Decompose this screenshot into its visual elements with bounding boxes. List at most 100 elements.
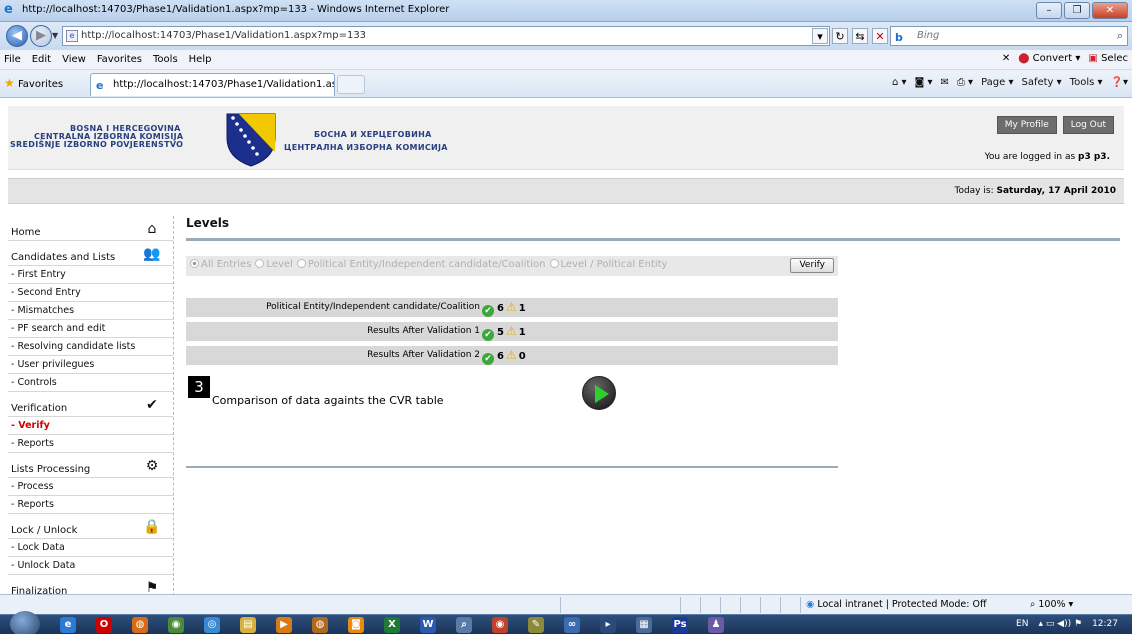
cmd-icon[interactable]: ▸ [600,617,616,633]
maximize-button[interactable]: ❐ [1064,2,1090,19]
verify-button[interactable]: Verify [790,258,834,273]
sidebar-item-controls[interactable]: - Controls [8,374,173,392]
search-input[interactable]: b Bing ⌕ [890,26,1128,46]
print-icon[interactable]: ⎙ ▾ [957,77,973,88]
stop-icon[interactable]: ✕ [872,28,888,44]
sidebar-item-lock-unlock[interactable]: Lock / Unlock 🔒 [8,514,173,539]
safari-icon[interactable]: ◎ [204,617,220,633]
url-input[interactable]: e http://localhost:14703/Phase1/Validati… [62,26,830,46]
help-icon[interactable]: ❓▾ [1111,77,1128,88]
sidebar-item-label: Home [11,227,41,238]
sidebar-item-lists-processing[interactable]: Lists Processing ⚙ [8,453,173,478]
back-button[interactable]: ◀ [6,25,28,47]
sidebar-item-candidates-and-lists[interactable]: Candidates and Lists 👥 [8,241,173,266]
sidebar-item-verification[interactable]: Verification ✔ [8,392,173,417]
radio-level[interactable]: Level [255,259,293,270]
app-icon[interactable]: ◍ [312,617,328,633]
compat-view-icon[interactable]: ▾ [812,28,828,44]
ie-tab-icon: e [96,79,104,92]
favorites-button[interactable]: ★ Favorites [4,76,63,90]
search-placeholder: Bing [917,30,940,41]
explorer-icon[interactable]: ▤ [240,617,256,633]
radio-political-entity[interactable]: Political Entity/Independent candidate/C… [296,259,546,270]
page-content: BOSNA I HERCEGOVINA CENTRALNA IZBORNA KO… [0,98,1132,594]
sidebar-item-process[interactable]: - Process [8,478,173,496]
excel-icon[interactable]: X [384,617,400,633]
app6-icon[interactable]: ♟ [708,617,724,633]
history-dropdown-icon[interactable]: ▼ [52,31,58,40]
minimize-button[interactable]: – [1036,2,1062,19]
clock[interactable]: 12:27 [1092,619,1118,629]
home-icon[interactable]: ⌂ ▾ [892,77,907,88]
close-toolbar-icon[interactable]: ✕ [1002,53,1010,64]
word-icon[interactable]: W [420,617,436,633]
logged-in-text: You are logged in as p3 p3. [985,152,1110,162]
sidebar-item-resolving-candidate-lists[interactable]: - Resolving candidate lists [8,338,173,356]
radio-selected-icon [190,259,199,268]
log-out-button[interactable]: Log Out [1062,116,1114,134]
main-panel: Levels All Entries Level Political Entit… [186,216,1122,594]
sidebar-item-label: - Second Entry [11,287,81,298]
sidebar-item-reports[interactable]: - Reports [8,435,173,453]
app3-icon[interactable]: ◉ [492,617,508,633]
ps-icon[interactable]: Ps [672,617,688,633]
sidebar-item-lock-data[interactable]: - Lock Data [8,539,173,557]
menu-tools[interactable]: Tools [153,54,178,65]
security-zone[interactable]: ◉ Local intranet | Protected Mode: Off [806,599,987,610]
search-app-icon[interactable]: ⌕ [456,617,472,633]
tray-icons[interactable]: ▴ ▭ ◀)) ⚑ [1038,619,1082,629]
play-button[interactable] [582,376,616,410]
zoom-control[interactable]: ⌕ 100% ▾ [1030,599,1073,610]
my-profile-button[interactable]: My Profile [996,116,1057,134]
sidebar-item-mismatches[interactable]: - Mismatches [8,302,173,320]
sidebar-item-home[interactable]: Home ⌂ [8,216,173,241]
refresh-icon[interactable]: ↻ [832,28,848,44]
new-tab-button[interactable] [337,75,365,94]
sidebar-item-verify[interactable]: - Verify [8,417,173,435]
forward-button[interactable]: ▶ [30,25,52,47]
vs-icon[interactable]: ∞ [564,617,580,633]
menu-view[interactable]: View [62,54,86,65]
sidebar-item-finalization[interactable]: Finalization ⚑ [8,575,173,594]
tools-menu[interactable]: Tools ▾ [1070,77,1103,88]
sidebar-item-unlock-data[interactable]: - Unlock Data [8,557,173,575]
chrome-icon[interactable]: ◉ [168,617,184,633]
ie-taskbar-icon[interactable]: e [60,617,76,633]
radio-all-entries[interactable]: All Entries [190,259,251,270]
opera-icon[interactable]: O [96,617,112,633]
convert-label: Convert [1032,53,1073,64]
start-button[interactable] [10,611,40,634]
app2-icon[interactable]: ◙ [348,617,364,633]
browser-tab[interactable]: e http://localhost:14703/Phase1/Validati… [90,73,335,96]
language-indicator[interactable]: EN [1016,619,1028,629]
radio-level-political-entity-label: Level / Political Entity [560,259,668,270]
browser-window: e http://localhost:14703/Phase1/Validati… [0,0,1132,634]
sidebar-item-second-entry[interactable]: - Second Entry [8,284,173,302]
convert-button[interactable]: ⬤ Convert ▾ [1018,53,1080,64]
menu-favorites[interactable]: Favorites [97,54,142,65]
app5-icon[interactable]: ▦ [636,617,652,633]
page-menu[interactable]: Page ▾ [981,77,1013,88]
safety-menu[interactable]: Safety ▾ [1021,77,1061,88]
menu-help[interactable]: Help [189,54,212,65]
warning-count: 1 [518,303,526,314]
search-icon[interactable]: ⌕ [1117,27,1123,45]
sidebar-item-reports[interactable]: - Reports [8,496,173,514]
feeds-icon[interactable]: ◙ ▾ [915,77,933,88]
reload-icon[interactable]: ⇆ [852,28,868,44]
select-button[interactable]: ▣ Selec [1088,53,1128,64]
logged-prefix: You are logged in as [984,152,1079,162]
sidebar-item-first-entry[interactable]: - First Entry [8,266,173,284]
menu-edit[interactable]: Edit [32,54,51,65]
today-text: Today is: Saturday, 17 April 2010 [954,186,1116,196]
mail-icon[interactable]: ✉ [940,77,948,88]
media-icon[interactable]: ▶ [276,617,292,633]
firefox-icon[interactable]: ◍ [132,617,148,633]
sidebar-item-user-privilegues[interactable]: - User privilegues [8,356,173,374]
app4-icon[interactable]: ✎ [528,617,544,633]
close-button[interactable]: ✕ [1092,2,1128,19]
radio-level-political-entity[interactable]: Level / Political Entity [549,259,668,270]
sidebar-item-pf-search-and-edit[interactable]: - PF search and edit [8,320,173,338]
menu-file[interactable]: File [4,54,21,65]
warning-count: 1 [518,327,526,338]
